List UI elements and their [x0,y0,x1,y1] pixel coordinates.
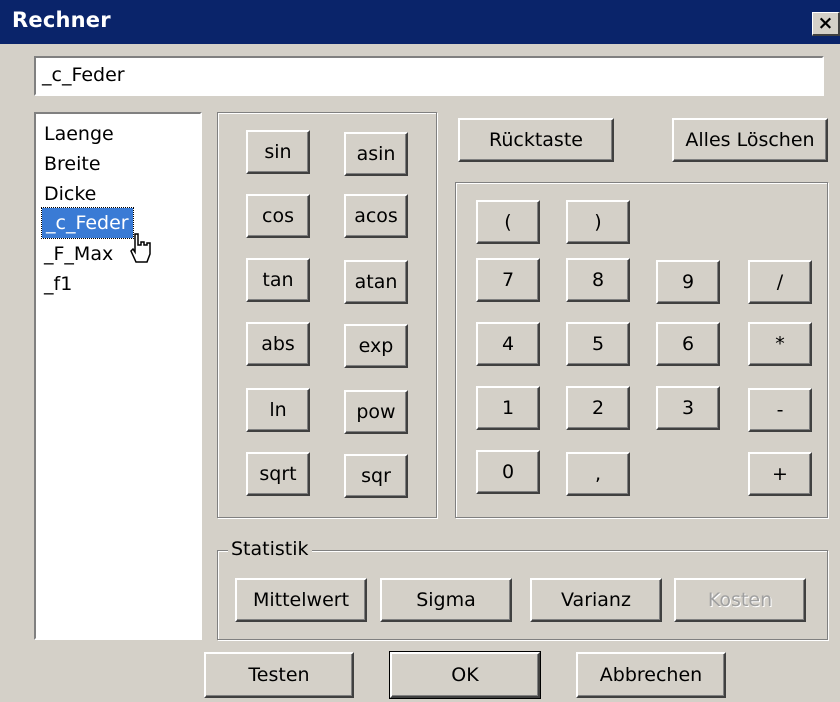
test-button[interactable]: Testen [204,652,354,698]
key-5-button[interactable]: 5 [566,322,630,366]
statistics-legend: Statistik [228,538,312,560]
key-1-button[interactable]: 1 [476,386,540,430]
sigma-button[interactable]: Sigma [380,578,512,622]
key-8-button[interactable]: 8 [566,258,630,302]
close-icon: × [817,12,834,34]
paren-close-button[interactable]: ) [566,200,630,244]
close-button[interactable]: × [812,12,840,36]
key-9-button[interactable]: 9 [656,260,720,304]
acos-button[interactable]: acos [344,194,408,238]
expression-value: _c_Feder [42,64,125,86]
ok-button[interactable]: OK [389,651,541,699]
key-0-button[interactable]: 0 [476,450,540,494]
key-6-button[interactable]: 6 [656,322,720,366]
multiply-button[interactable]: * [748,322,812,366]
pow-button[interactable]: pow [344,390,408,434]
hand-cursor-icon [130,233,151,263]
abs-button[interactable]: abs [246,322,310,366]
variable-list[interactable]: Laenge Breite Dicke _c_Feder _F_Max _f1 [34,112,202,640]
decimal-button[interactable]: , [566,452,630,496]
paren-open-button[interactable]: ( [476,200,540,244]
variable-item[interactable]: Dicke [44,178,96,210]
atan-button[interactable]: atan [344,260,408,304]
title-bar[interactable]: Rechner × [0,0,840,44]
variable-item-selected[interactable]: _c_Feder [41,207,134,239]
cancel-button[interactable]: Abbrechen [576,652,726,698]
asin-button[interactable]: asin [344,132,408,176]
sin-button[interactable]: sin [246,130,310,174]
minus-button[interactable]: - [748,388,812,432]
expression-field[interactable]: _c_Feder [34,56,824,96]
variable-item[interactable]: _f1 [44,268,72,300]
backspace-button[interactable]: Rücktaste [458,118,614,162]
plus-button[interactable]: + [748,452,812,496]
mean-button[interactable]: Mittelwert [235,578,367,622]
exp-button[interactable]: exp [344,324,408,368]
key-4-button[interactable]: 4 [476,322,540,366]
variable-item[interactable]: _F_Max [44,238,113,270]
clear-all-button[interactable]: Alles Löschen [672,118,828,162]
ln-button[interactable]: ln [246,388,310,432]
key-3-button[interactable]: 3 [656,386,720,430]
key-7-button[interactable]: 7 [476,258,540,302]
cos-button[interactable]: cos [246,194,310,238]
key-2-button[interactable]: 2 [566,386,630,430]
sqrt-button[interactable]: sqrt [246,452,310,496]
variance-button[interactable]: Varianz [530,578,662,622]
variable-item[interactable]: Laenge [44,118,114,150]
variable-item[interactable]: Breite [44,148,101,180]
tan-button[interactable]: tan [246,258,310,302]
cost-button[interactable]: Kosten [674,578,806,622]
sqr-button[interactable]: sqr [344,454,408,498]
divide-button[interactable]: / [748,260,812,304]
window-title: Rechner [12,8,111,32]
